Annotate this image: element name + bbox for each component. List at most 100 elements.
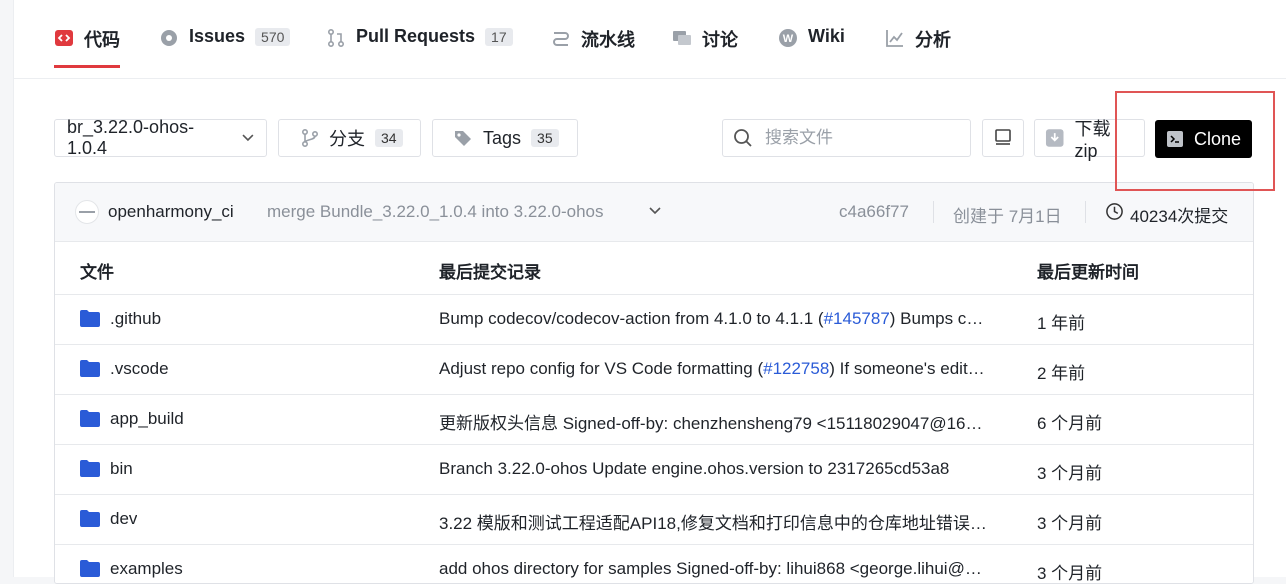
branches-count: 34 xyxy=(375,129,403,147)
updated-time: 1 年前 xyxy=(1037,314,1086,333)
tags-button[interactable]: Tags 35 xyxy=(432,119,578,157)
commit-message[interactable]: Branch 3.22.0-ohos Update engine.ohos.ve… xyxy=(439,459,989,479)
tab-code[interactable]: 代码 xyxy=(54,26,120,68)
commit-message[interactable]: 更新版权头信息 Signed-off-by: chenzhensheng79 <… xyxy=(439,409,989,434)
pipeline-icon xyxy=(553,32,569,46)
web-ide-button[interactable] xyxy=(982,119,1024,157)
branches-button[interactable]: 分支 34 xyxy=(278,119,421,157)
branch-name: br_3.22.0-ohos-1.0.4 xyxy=(67,117,195,158)
pr-link[interactable]: #145787 xyxy=(824,309,890,328)
file-name[interactable]: app_build xyxy=(110,409,184,429)
updated-time: 3 个月前 xyxy=(1037,464,1103,483)
tab-label: Pull Requests xyxy=(356,26,476,46)
tab-pipeline[interactable]: 流水线 xyxy=(551,26,635,68)
repo-panel: 代码 Issues 570 Pull Requests 17 流水线 讨论 W … xyxy=(13,0,1286,584)
chart-icon xyxy=(886,30,903,47)
tab-label: 代码 xyxy=(84,30,120,50)
clone-label: Clone xyxy=(1193,128,1242,149)
commit-message[interactable]: 3.22 模版和测试工程适配API18,修复文档和打印信息中的仓库地址错误问题 xyxy=(439,509,989,534)
commit-message[interactable]: Adjust repo config for VS Code formattin… xyxy=(439,359,989,379)
file-name[interactable]: .vscode xyxy=(110,359,169,379)
tab-pull-requests[interactable]: Pull Requests 17 xyxy=(326,26,513,68)
tab-label: 流水线 xyxy=(581,30,635,50)
branches-label: 分支 xyxy=(329,129,365,149)
monitor-icon xyxy=(995,129,1011,145)
file-search[interactable] xyxy=(722,119,971,157)
tab-label: Issues xyxy=(189,26,246,46)
chevron-down-icon xyxy=(242,134,254,142)
file-name[interactable]: dev xyxy=(110,509,137,529)
tab-count: 17 xyxy=(485,28,513,46)
tab-label: Wiki xyxy=(808,26,845,46)
message-text: ) If someone's editor settings xyxy=(829,359,989,378)
file-name[interactable]: .github xyxy=(110,309,161,329)
divider xyxy=(933,201,934,223)
repo-tabs: 代码 Issues 570 Pull Requests 17 流水线 讨论 W … xyxy=(14,0,1286,79)
tab-count: 570 xyxy=(255,28,291,46)
pr-link[interactable]: #122758 xyxy=(763,359,829,378)
folder-icon xyxy=(80,410,100,427)
latest-commit-bar: openharmony_ci merge Bundle_3.22.0_1.0.4… xyxy=(55,183,1253,242)
download-zip-button[interactable]: 下载zip xyxy=(1034,119,1145,161)
updated-time: 3 个月前 xyxy=(1037,564,1103,583)
issues-icon xyxy=(161,30,177,46)
chevron-down-icon[interactable] xyxy=(649,207,661,215)
avatar[interactable] xyxy=(75,200,99,224)
discussion-icon xyxy=(673,31,691,45)
commit-date: 创建于 7月1日 xyxy=(953,207,1062,226)
folder-icon xyxy=(80,310,100,327)
tags-label: Tags xyxy=(483,127,522,148)
table-row[interactable]: app_build 更新版权头信息 Signed-off-by: chenzhe… xyxy=(55,395,1253,445)
column-header: 文件 xyxy=(80,263,114,282)
table-row[interactable]: .github Bump codecov/codecov-action from… xyxy=(55,295,1253,345)
tab-label: 分析 xyxy=(915,30,951,50)
divider xyxy=(1085,201,1086,223)
download-icon xyxy=(1045,129,1064,147)
column-header: 最后提交记录 xyxy=(439,263,541,282)
branch-icon xyxy=(301,128,319,148)
column-header: 最后更新时间 xyxy=(1037,263,1139,282)
commit-message[interactable]: Bump codecov/codecov-action from 4.1.0 t… xyxy=(439,309,989,329)
search-input[interactable] xyxy=(763,127,957,149)
download-label: 下载zip xyxy=(1074,118,1111,161)
table-row[interactable]: bin Branch 3.22.0-ohos Update engine.oho… xyxy=(55,445,1253,495)
commit-message[interactable]: add ohos directory for samples Signed-of… xyxy=(439,559,989,579)
history-icon xyxy=(1106,203,1123,220)
folder-icon xyxy=(80,360,100,377)
search-icon xyxy=(734,129,752,147)
file-name[interactable]: examples xyxy=(110,559,183,579)
file-listing: openharmony_ci merge Bundle_3.22.0_1.0.4… xyxy=(54,182,1254,584)
clone-button[interactable]: Clone xyxy=(1155,120,1252,158)
tab-analytics[interactable]: 分析 xyxy=(885,26,951,68)
tag-icon xyxy=(455,131,471,146)
commit-message[interactable]: merge Bundle_3.22.0_1.0.4 into 3.22.0-oh… xyxy=(267,202,603,222)
message-text: Adjust repo config for VS Code formattin… xyxy=(439,359,764,378)
tab-issues[interactable]: Issues 570 xyxy=(159,26,291,68)
tab-wiki[interactable]: W Wiki xyxy=(778,26,845,68)
table-row[interactable]: .vscode Adjust repo config for VS Code f… xyxy=(55,345,1253,395)
file-name[interactable]: bin xyxy=(110,459,133,479)
folder-icon xyxy=(80,560,100,577)
tab-label: 讨论 xyxy=(702,30,738,50)
pull-request-icon xyxy=(327,28,345,48)
commit-hash[interactable]: c4a66f77 xyxy=(839,202,909,222)
table-header: 文件 最后提交记录 最后更新时间 xyxy=(55,242,1253,295)
message-text: Bump codecov/codecov-action from 4.1.0 t… xyxy=(439,309,824,328)
tags-count: 35 xyxy=(531,129,559,147)
commit-author[interactable]: openharmony_ci xyxy=(108,202,234,222)
updated-time: 2 年前 xyxy=(1037,364,1086,383)
wiki-icon: W xyxy=(779,29,797,47)
folder-icon xyxy=(80,460,100,477)
svg-text:W: W xyxy=(783,33,794,45)
message-text: ) Bumps codecov/codecov-action from 4.1.… xyxy=(889,309,989,328)
table-row[interactable]: dev 3.22 模版和测试工程适配API18,修复文档和打印信息中的仓库地址错… xyxy=(55,495,1253,545)
updated-time: 6 个月前 xyxy=(1037,414,1103,433)
branch-select[interactable]: br_3.22.0-ohos-1.0.4 xyxy=(54,117,267,158)
table-row[interactable]: examples add ohos directory for samples … xyxy=(55,545,1253,583)
code-icon xyxy=(55,30,73,46)
commit-count[interactable]: 40234次提交 xyxy=(1130,202,1228,227)
folder-icon xyxy=(80,510,100,527)
tab-discussion[interactable]: 讨论 xyxy=(672,26,738,68)
updated-time: 3 个月前 xyxy=(1037,514,1103,533)
terminal-icon xyxy=(1166,131,1183,147)
